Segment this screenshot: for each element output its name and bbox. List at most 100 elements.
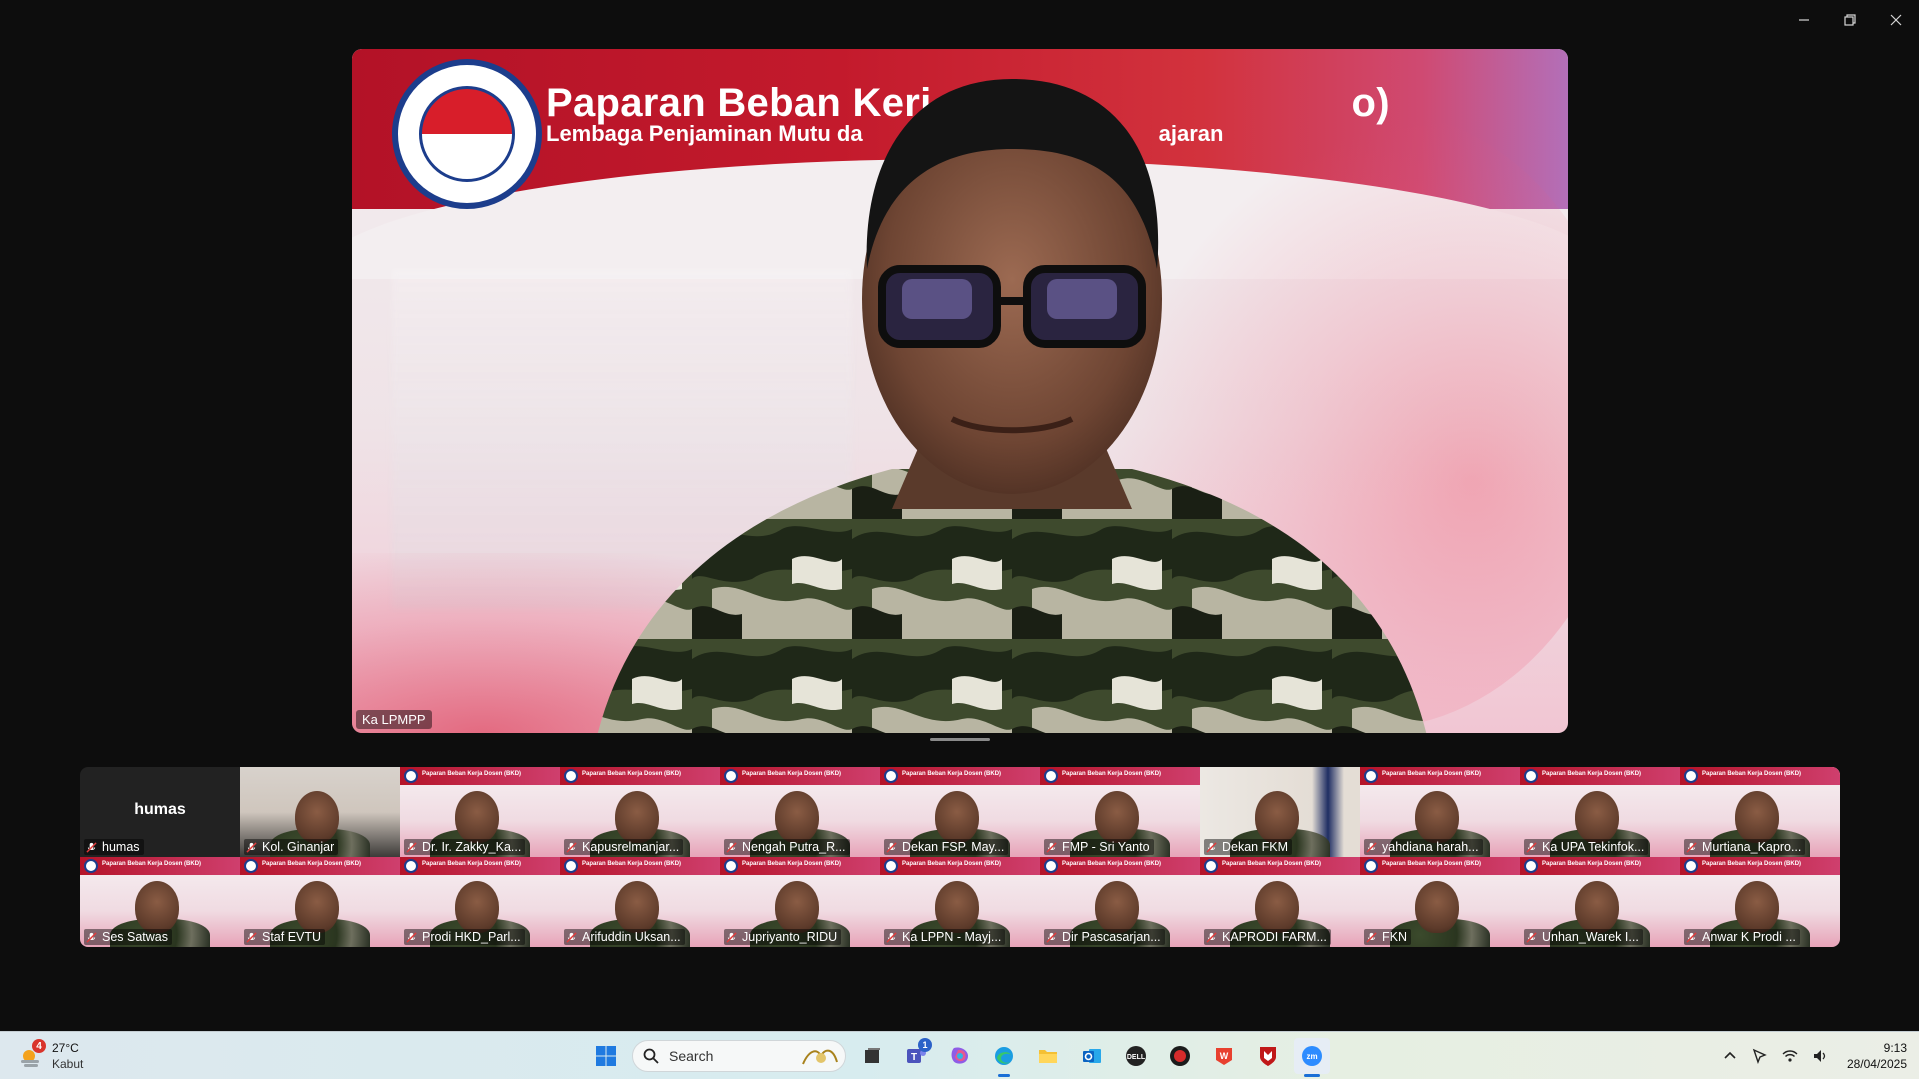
outlook-icon (1083, 1049, 1101, 1063)
clock-time: 9:13 (1883, 1041, 1907, 1055)
mcafee-button[interactable] (1250, 1038, 1286, 1074)
participant-name: Murtiana_Kapro... (1702, 840, 1802, 854)
mic-muted-icon (1046, 841, 1057, 853)
participant-name-label: Dr. Ir. Zakky_Ka... (404, 839, 526, 855)
participant-tile[interactable]: Paparan Beban Kerja Dosen (BKD) KAPRODI F… (1200, 857, 1360, 947)
start-button[interactable] (588, 1038, 624, 1074)
tile-logo (404, 859, 418, 873)
participant-head (615, 881, 659, 933)
participant-tile[interactable]: Paparan Beban Kerja Dosen (BKD) yahdiana … (1360, 767, 1520, 857)
speaker-icon (1813, 1050, 1826, 1062)
participant-head (295, 791, 339, 843)
participant-name: Prodi HKD_Parl... (422, 930, 521, 944)
teams-button[interactable]: T 1 (898, 1038, 934, 1074)
copilot-icon (951, 1047, 968, 1064)
wps-button[interactable]: W (1206, 1038, 1242, 1074)
university-logo (392, 59, 542, 209)
task-view-button[interactable] (854, 1038, 890, 1074)
participant-tile[interactable]: Dekan FKM (1200, 767, 1360, 857)
speaker-name-label: Ka LPMPP (356, 710, 432, 729)
tile-banner-text: Paparan Beban Kerja Dosen (BKD) (902, 861, 1002, 867)
close-button[interactable] (1873, 6, 1919, 34)
participant-tile[interactable]: Paparan Beban Kerja Dosen (BKD) FKN (1360, 857, 1520, 947)
participant-name-label: Arifuddin Uksan... (564, 929, 685, 945)
mic-muted-icon (86, 931, 97, 943)
minimize-button[interactable] (1781, 6, 1827, 34)
volume-button[interactable] (1811, 1047, 1829, 1065)
participant-tile[interactable]: humas humas (80, 767, 240, 857)
participant-name-label: Dekan FKM (1204, 839, 1292, 855)
gallery-resize-handle[interactable] (930, 738, 990, 741)
mic-muted-icon (1686, 931, 1697, 943)
dell-button[interactable]: DELL (1118, 1038, 1154, 1074)
taskbar-search[interactable]: Search (632, 1040, 846, 1072)
window-controls (1781, 6, 1919, 34)
participant-head (1415, 881, 1459, 933)
participant-name-label: Murtiana_Kapro... (1684, 839, 1806, 855)
participant-tile[interactable]: Paparan Beban Kerja Dosen (BKD) Kapusrelm… (560, 767, 720, 857)
restore-button[interactable] (1827, 6, 1873, 34)
red-app-button[interactable] (1162, 1038, 1198, 1074)
app-red-icon (1170, 1046, 1190, 1066)
participant-gallery: humas humas Kol. Ginanjar Paparan Beban Ker… (80, 767, 1840, 947)
participant-tile[interactable]: Paparan Beban Kerja Dosen (BKD) Anwar K P… (1680, 857, 1840, 947)
participant-tile[interactable]: Paparan Beban Kerja Dosen (BKD) Unhan_War… (1520, 857, 1680, 947)
participant-name: Anwar K Prodi ... (1702, 930, 1796, 944)
participant-head (935, 881, 979, 933)
active-speaker-video[interactable]: Paparan Beban Kerj o) Lembaga Penjaminan … (352, 49, 1568, 733)
mic-muted-icon (1206, 841, 1217, 853)
participant-name-label: Dir Pascasarjan... (1044, 929, 1165, 945)
participant-tile[interactable]: Paparan Beban Kerja Dosen (BKD) Ka LPPN -… (880, 857, 1040, 947)
zoom-active-indicator (1304, 1074, 1320, 1077)
participant-head (455, 881, 499, 933)
tile-logo (1524, 769, 1538, 783)
mic-muted-icon (886, 931, 897, 943)
mic-muted-icon (406, 931, 417, 943)
search-label: Search (669, 1048, 714, 1064)
participant-name-label: FKN (1364, 929, 1411, 945)
wifi-icon (1782, 1050, 1798, 1062)
participant-tile[interactable]: Paparan Beban Kerja Dosen (BKD) Ses Satwa… (80, 857, 240, 947)
weather-widget[interactable]: 4 27°C Kabut (18, 1039, 83, 1072)
mic-muted-icon (566, 841, 577, 853)
participant-name: Kapusrelmanjar... (582, 840, 680, 854)
windows-icon (596, 1046, 616, 1066)
participant-head (1415, 791, 1459, 843)
tile-banner-text: Paparan Beban Kerja Dosen (BKD) (422, 771, 522, 777)
participant-tile[interactable]: Kol. Ginanjar (240, 767, 400, 857)
file-explorer-button[interactable] (1030, 1038, 1066, 1074)
show-hidden-icons-button[interactable] (1721, 1047, 1739, 1065)
wifi-button[interactable] (1781, 1047, 1799, 1065)
participant-tile[interactable]: Paparan Beban Kerja Dosen (BKD) Nengah Pu… (720, 767, 880, 857)
participant-name: FMP - Sri Yanto (1062, 840, 1150, 854)
tile-banner-text: Paparan Beban Kerja Dosen (BKD) (1702, 861, 1802, 867)
participant-tile[interactable]: Paparan Beban Kerja Dosen (BKD) Prodi HKD… (400, 857, 560, 947)
outlook-button[interactable] (1074, 1038, 1110, 1074)
mic-muted-icon (246, 931, 257, 943)
network-location-button[interactable] (1751, 1047, 1769, 1065)
tile-banner-text: Paparan Beban Kerja Dosen (BKD) (1062, 861, 1162, 867)
participant-name: Ka UPA Tekinfok... (1542, 840, 1645, 854)
participant-name-label: Kol. Ginanjar (244, 839, 339, 855)
participant-tile[interactable]: Paparan Beban Kerja Dosen (BKD) Dr. Ir. Z… (400, 767, 560, 857)
participant-tile[interactable]: Paparan Beban Kerja Dosen (BKD) Arifuddin… (560, 857, 720, 947)
zoom-button[interactable]: zm (1294, 1038, 1330, 1077)
participant-tile[interactable]: Paparan Beban Kerja Dosen (BKD) Dekan FSP… (880, 767, 1040, 857)
tile-logo (1524, 859, 1538, 873)
participant-tile[interactable]: Paparan Beban Kerja Dosen (BKD) Jupriyant… (720, 857, 880, 947)
copilot-button[interactable] (942, 1038, 978, 1074)
mic-muted-icon (1526, 931, 1537, 943)
mic-muted-icon (1526, 841, 1537, 853)
tile-logo (404, 769, 418, 783)
edge-icon (995, 1047, 1013, 1065)
taskbar-clock[interactable]: 9:13 28/04/2025 (1847, 1040, 1907, 1072)
mic-muted-icon (86, 841, 97, 853)
participant-tile[interactable]: Paparan Beban Kerja Dosen (BKD) Dir Pasca… (1040, 857, 1200, 947)
participant-tile[interactable]: Paparan Beban Kerja Dosen (BKD) Ka UPA Te… (1520, 767, 1680, 857)
participant-head (135, 881, 179, 933)
tile-logo (84, 859, 98, 873)
participant-tile[interactable]: Paparan Beban Kerja Dosen (BKD) FMP - Sri… (1040, 767, 1200, 857)
participant-tile[interactable]: Paparan Beban Kerja Dosen (BKD) Staf EVTU (240, 857, 400, 947)
edge-button[interactable] (986, 1038, 1022, 1077)
participant-tile[interactable]: Paparan Beban Kerja Dosen (BKD) Murtiana_… (1680, 767, 1840, 857)
